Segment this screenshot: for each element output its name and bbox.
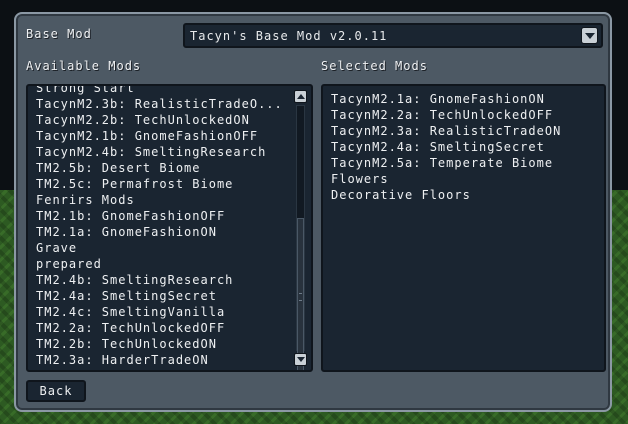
list-item[interactable]: TacynM2.3a: RealisticTradeON (331, 123, 598, 139)
list-item[interactable]: TacynM2.4a: SmeltingSecret (331, 139, 598, 155)
available-mods-label: Available Mods (26, 59, 142, 73)
list-item[interactable]: TM2.5c: Permafrost Biome (36, 176, 289, 192)
list-item[interactable]: Strong Start (36, 86, 289, 96)
list-item[interactable]: TM2.4c: SmeltingVanilla (36, 304, 289, 320)
list-item[interactable]: TM2.5b: Desert Biome (36, 160, 289, 176)
list-item[interactable]: TacynM2.1b: GnomeFashionOFF (36, 128, 289, 144)
list-item[interactable]: TacynM2.1a: GnomeFashionON (331, 91, 598, 107)
base-mod-value: Tacyn's Base Mod v2.0.11 (190, 29, 388, 43)
list-item[interactable]: Fenrirs Mods (36, 192, 289, 208)
list-item[interactable]: TM2.1a: GnomeFashionON (36, 224, 289, 240)
available-mods-scrollbar[interactable] (294, 90, 308, 370)
back-button[interactable]: Back (26, 380, 86, 402)
list-item[interactable]: prepared (36, 256, 289, 272)
list-item[interactable]: TacynM2.2a: TechUnlockedOFF (331, 107, 598, 123)
mod-selection-dialog: Base Mod Tacyn's Base Mod v2.0.11 Availa… (14, 12, 612, 412)
list-item[interactable]: TM2.4a: SmeltingSecret (36, 288, 289, 304)
scroll-down-icon[interactable] (294, 353, 307, 366)
list-item[interactable]: Flowers (331, 171, 598, 187)
list-item[interactable]: TacynM2.3b: RealisticTradeO... (36, 96, 289, 112)
selected-mods-label: Selected Mods (321, 59, 428, 73)
list-item[interactable]: Grave (36, 240, 289, 256)
list-item[interactable]: TM2.2b: TechUnlockedON (36, 336, 289, 352)
list-item[interactable]: TacynM2.4b: SmeltingResearch (36, 144, 289, 160)
list-item[interactable]: TacynM2.5a: Temperate Biome (331, 155, 598, 171)
list-item[interactable]: TacynM2.2b: TechUnlockedON (36, 112, 289, 128)
list-item[interactable]: TM2.3a: HarderTradeON (36, 352, 289, 368)
chevron-down-icon[interactable] (581, 27, 598, 44)
list-item[interactable]: TM2.4b: SmeltingResearch (36, 272, 289, 288)
scrollbar-track[interactable] (296, 105, 305, 370)
base-mod-label: Base Mod (26, 27, 92, 41)
list-item[interactable]: Decorative Floors (331, 187, 598, 203)
list-item[interactable]: TM2.1b: GnomeFashionOFF (36, 208, 289, 224)
scrollbar-thumb[interactable] (297, 218, 304, 370)
available-mods-list[interactable]: Strong Start TacynM2.3b: RealisticTradeO.… (26, 84, 313, 372)
scroll-up-icon[interactable] (294, 90, 307, 103)
selected-mods-list[interactable]: TacynM2.1a: GnomeFashionON TacynM2.2a: Te… (321, 84, 606, 372)
base-mod-dropdown[interactable]: Tacyn's Base Mod v2.0.11 (183, 23, 603, 48)
list-item[interactable]: TM2.2a: TechUnlockedOFF (36, 320, 289, 336)
